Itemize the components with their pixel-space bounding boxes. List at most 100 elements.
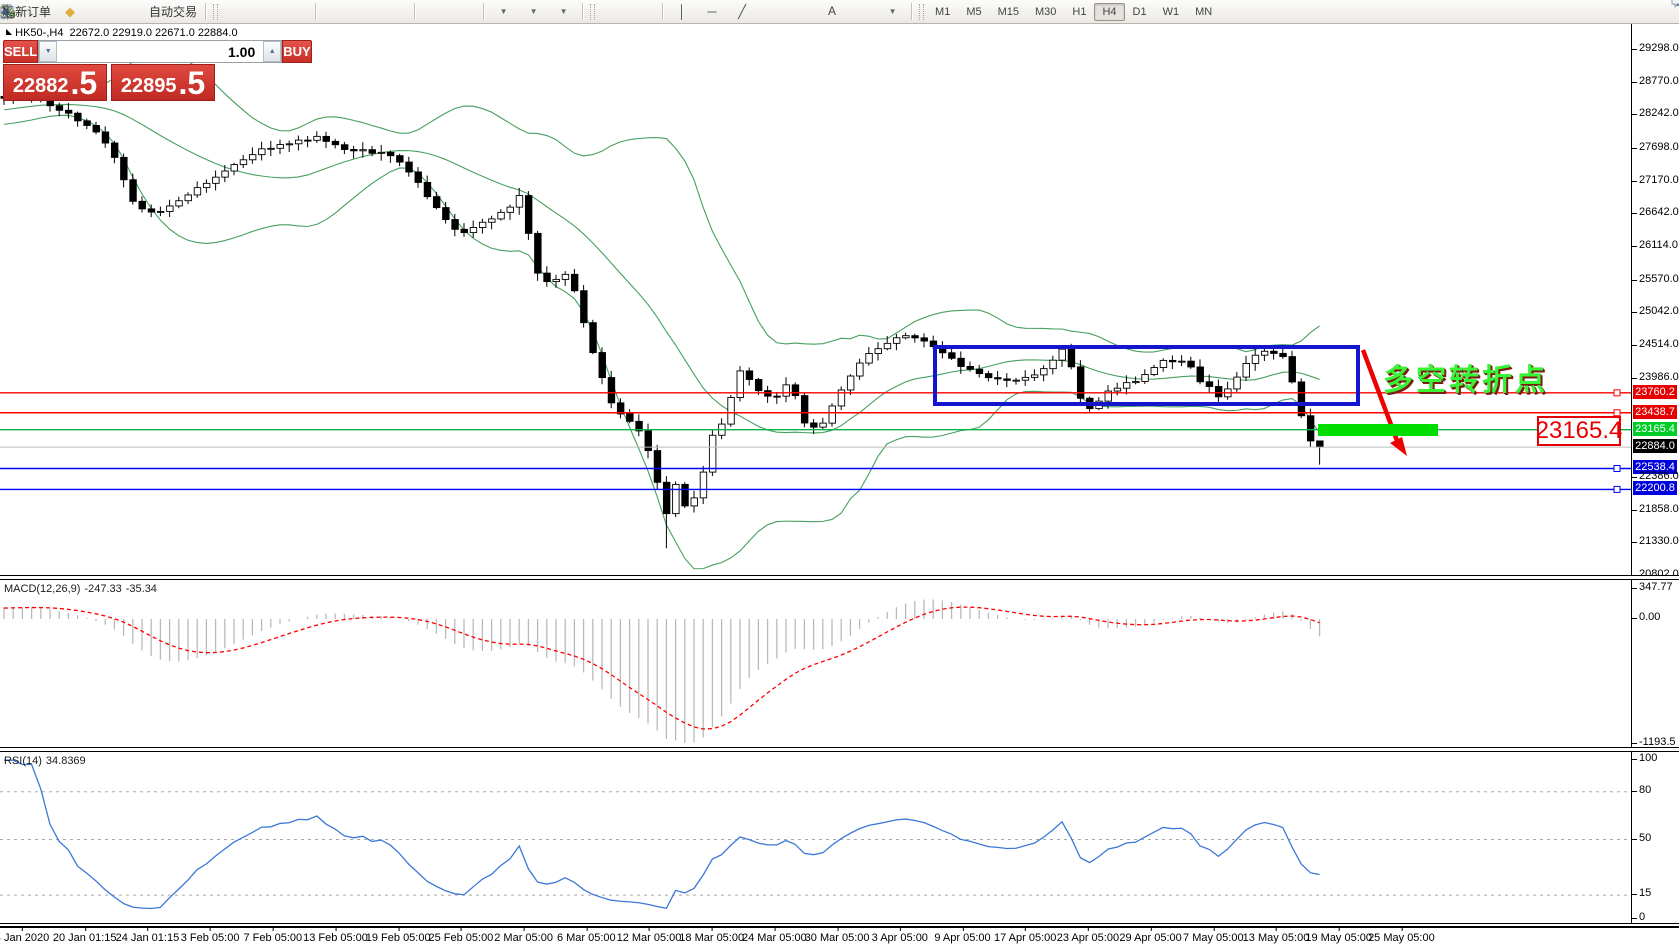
macd-label: MACD(12,26,9)-247.33-35.34 (4, 583, 161, 595)
candle-body (847, 376, 854, 390)
candle-body (893, 338, 900, 344)
candle-body (93, 125, 100, 132)
sell-price-dec: .5 (70, 69, 97, 97)
zoom-out-button[interactable] (350, 1, 380, 23)
trendline-button[interactable]: ╱ (727, 1, 757, 23)
time-tick-label: 25 Feb 05:00 (428, 932, 493, 944)
templates-button[interactable]: ▼ (548, 1, 578, 23)
price-tick-label: 25570.0 (1632, 273, 1679, 285)
candle-body (111, 143, 118, 157)
candle-body (535, 233, 542, 273)
signal-button[interactable] (115, 1, 145, 23)
candle-body (544, 273, 551, 281)
rsi-tick-label: 15 (1632, 887, 1651, 899)
chart-shift-button[interactable] (449, 1, 479, 23)
candle-body (1317, 441, 1324, 447)
panel-splitter[interactable] (0, 747, 1679, 752)
candle-body (581, 291, 588, 323)
ohlc-low: 22671.0 (155, 27, 195, 39)
market-watch-button[interactable]: ◆ (55, 1, 85, 23)
chat-icon[interactable] (1671, 0, 1679, 10)
main-price-chart[interactable] (0, 23, 1631, 576)
candle-body (167, 206, 174, 211)
price-tick-label: 24514.0 (1632, 338, 1679, 350)
candle-body (268, 148, 275, 149)
text-label-button[interactable]: T (847, 1, 877, 23)
time-tick-label: 13 May 05:00 (1243, 932, 1310, 944)
volume-increase-button[interactable]: ▲ (263, 41, 281, 62)
candle-body (295, 140, 302, 144)
tf-h1-button[interactable]: H1 (1064, 3, 1094, 21)
line-chart-button[interactable] (281, 1, 311, 23)
crosshair-button[interactable] (628, 1, 658, 23)
candle-body (746, 371, 753, 380)
tf-d1-button[interactable]: D1 (1125, 3, 1155, 21)
toolbar-separator (414, 3, 415, 20)
arrows-button[interactable]: ▼ (877, 1, 907, 23)
time-scale[interactable]: 4 Jan 202020 Jan 01:1524 Jan 01:153 Feb … (0, 927, 1679, 948)
autotrade-label: 自动交易 (149, 3, 197, 20)
ohlc-open: 22672.0 (70, 27, 110, 39)
price-scale[interactable]: 23760.223438.723165.422884.022538.422200… (1631, 23, 1679, 927)
candle-body (801, 396, 808, 423)
candle-body (130, 180, 137, 202)
panel-splitter[interactable] (0, 575, 1679, 580)
bar-chart-button[interactable] (221, 1, 251, 23)
tf-mn-button[interactable]: MN (1187, 3, 1220, 21)
dropdown-arrow-icon: ▼ (530, 7, 538, 16)
bollinger-band-line (4, 115, 1320, 568)
candle-body (645, 431, 652, 451)
tf-m1-button[interactable]: M1 (927, 3, 958, 21)
time-tick-label: 29 Apr 05:00 (1119, 932, 1181, 944)
text-button[interactable]: A (817, 1, 847, 23)
new-order-button[interactable]: + 新订单 (11, 1, 55, 23)
macd-tick-label: 347.77 (1632, 581, 1673, 593)
panel-splitter[interactable] (0, 923, 1679, 927)
volume-input[interactable] (57, 41, 263, 62)
vertical-line-button[interactable]: │ (667, 1, 697, 23)
text-icon: A (828, 5, 836, 18)
sell-price-box[interactable]: 22882 .5 (3, 64, 107, 101)
line-handle (1614, 465, 1620, 471)
profile-button[interactable] (85, 1, 115, 23)
price-line-label: 22884.0 (1633, 439, 1677, 453)
fibonacci-button[interactable]: F (787, 1, 817, 23)
time-tick-label: 30 Mar 05:00 (805, 932, 870, 944)
volume-decrease-button[interactable]: ▼ (39, 41, 57, 62)
candlestick-button[interactable] (251, 1, 281, 23)
cursor-button[interactable] (598, 1, 628, 23)
candle-body (341, 145, 348, 150)
candle-body (829, 406, 836, 423)
horizontal-line-button[interactable]: ─ (697, 1, 727, 23)
candle-body (176, 201, 183, 206)
tile-windows-button[interactable] (380, 1, 410, 23)
rsi-label: RSI(14)34.8369 (4, 755, 90, 767)
tf-m30-button[interactable]: M30 (1027, 3, 1064, 21)
periods-button[interactable]: ▼ (518, 1, 548, 23)
candle-body (525, 196, 532, 234)
buy-button[interactable]: BUY (282, 40, 311, 63)
indicators-button[interactable]: +▼ (488, 1, 518, 23)
trendline-icon: ╱ (738, 5, 746, 18)
toolbar-separator (483, 3, 484, 20)
channel-button[interactable]: E (757, 1, 787, 23)
tf-m5-button[interactable]: M5 (958, 3, 989, 21)
tf-m15-button[interactable]: M15 (990, 3, 1027, 21)
tf-h4-button[interactable]: H4 (1094, 3, 1124, 21)
candle-body (691, 498, 698, 506)
auto-scroll-button[interactable] (419, 1, 449, 23)
price-tick-label: 28242.0 (1632, 107, 1679, 119)
rsi-panel[interactable] (0, 752, 1631, 923)
toolbar-separator (205, 3, 206, 20)
chart-window[interactable]: ◣HK50-,H4 22672.022919.022671.022884.0 S… (0, 23, 1679, 947)
price-tick-label: 21330.0 (1632, 535, 1679, 547)
zoom-in-button[interactable] (320, 1, 350, 23)
autotrade-button[interactable]: 自动交易 (145, 1, 201, 23)
sell-button[interactable]: SELL (3, 40, 38, 63)
candle-body (277, 145, 284, 149)
toolbar-grip (213, 4, 218, 20)
tf-w1-button[interactable]: W1 (1155, 3, 1188, 21)
timeframe-toolbar: M1M5M15M30H1H4D1W1MN (927, 3, 1220, 21)
buy-price-box[interactable]: 22895 .5 (111, 64, 215, 101)
macd-panel[interactable] (0, 580, 1631, 748)
